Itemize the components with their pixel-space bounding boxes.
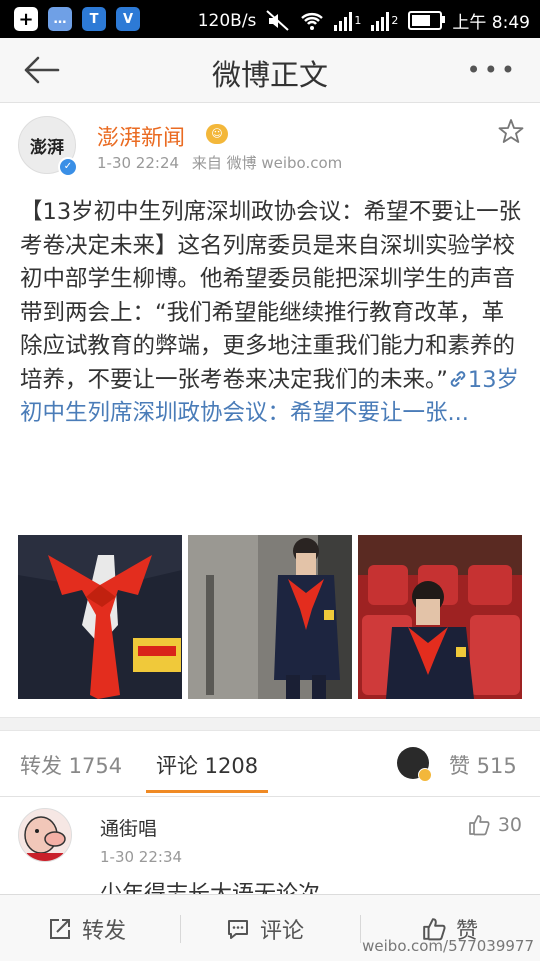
tab-repost[interactable]: 转发 1754: [20, 750, 122, 780]
section-divider: [0, 717, 540, 731]
comment-label: 评论: [260, 919, 305, 944]
repost-icon: [50, 919, 70, 939]
comment-like-button[interactable]: 30: [468, 814, 522, 836]
commenter-avatar[interactable]: [18, 808, 72, 862]
bottom-action-bar: 转发 评论 赞 weibo.com/577039977: [0, 894, 540, 961]
clock: 上午 8:49: [452, 13, 530, 33]
bar-divider: [180, 915, 181, 943]
photo-1[interactable]: [18, 535, 182, 699]
tab-like[interactable]: 赞 515: [449, 750, 517, 780]
network-speed: 120B/s: [197, 10, 257, 31]
more-options-icon[interactable]: •••: [467, 56, 518, 84]
comment-button[interactable]: 评论: [226, 913, 304, 945]
favorite-star-icon[interactable]: [498, 118, 524, 144]
comment-icon: [228, 920, 248, 939]
watermark: weibo.com/577039977: [362, 937, 534, 955]
verified-icon: ✓: [58, 157, 78, 177]
commenter-name[interactable]: 通街唱: [100, 814, 157, 841]
photo-2[interactable]: [188, 535, 352, 699]
post-time: 1-30 22:24: [97, 154, 180, 172]
photo-3[interactable]: [358, 535, 522, 699]
photo-grid: [18, 535, 522, 699]
status-bar: + … T V 120B/s 1 2 上午 8:49: [0, 0, 540, 38]
signal-1-label: 1: [354, 14, 362, 27]
signal-2-label: 2: [391, 14, 399, 27]
add-notification-icon: +: [14, 7, 38, 31]
post-meta: 1-30 22:24 来自 微博 weibo.com: [97, 152, 342, 173]
message-notification-icon: …: [48, 7, 72, 31]
author-name[interactable]: 澎湃新闻: [97, 120, 185, 152]
active-tab-indicator: [146, 790, 268, 793]
security-notification-icon: T: [82, 7, 106, 31]
signal-2-icon: [371, 11, 390, 31]
page-title: 微博正文: [211, 58, 328, 92]
repost-label: 转发: [82, 919, 127, 944]
interaction-tabs: 转发 1754 评论 1208 赞 515: [0, 730, 540, 797]
comment-time: 1-30 22:34: [100, 848, 183, 866]
bar-divider: [360, 915, 361, 943]
post-text: 【13岁初中生列席深圳政协会议：希望不要让一张考卷决定未来】这名列席委员是来自深…: [20, 199, 522, 393]
battery-icon: [408, 11, 446, 30]
comment-like-count: 30: [497, 814, 522, 836]
post-content: 【13岁初中生列席深圳政协会议：希望不要让一张考卷决定未来】这名列席委员是来自深…: [20, 196, 524, 431]
link-icon: [450, 370, 466, 387]
post-source: 来自 微博 weibo.com: [191, 154, 343, 172]
signal-1-icon: [334, 11, 353, 31]
repost-button[interactable]: 转发: [48, 913, 126, 945]
vip-badge-icon[interactable]: ☺: [206, 124, 228, 144]
title-bar: 微博正文 •••: [0, 38, 540, 103]
security-badge-icon: V: [116, 7, 140, 31]
liker-badge-icon: [418, 768, 432, 782]
wifi-icon: [301, 12, 324, 30]
tab-comment[interactable]: 评论 1208: [156, 750, 258, 780]
thumbs-up-icon: [468, 815, 490, 836]
mute-icon: [266, 9, 290, 31]
